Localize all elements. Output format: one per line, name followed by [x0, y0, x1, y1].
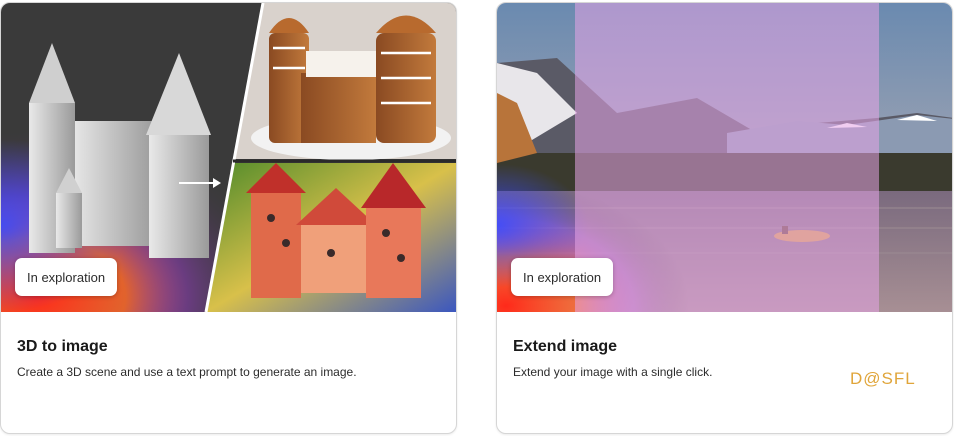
card-description: Create a 3D scene and use a text prompt …	[17, 365, 357, 379]
original-image-overlay	[575, 3, 879, 312]
status-badge: In exploration	[511, 258, 614, 296]
card-image-3d-to-image: In exploration	[1, 3, 456, 312]
card-description: Extend your image with a single click.	[513, 365, 713, 379]
card-image-extend-image: In exploration	[497, 3, 952, 312]
card-title[interactable]: 3D to image	[17, 338, 108, 356]
status-badge: In exploration	[15, 258, 118, 296]
card-title[interactable]: Extend image	[513, 338, 617, 356]
watermark-text: D@SFL	[850, 369, 916, 388]
card-3d-to-image[interactable]: In exploration 3D to image Create a 3D s…	[0, 2, 457, 434]
